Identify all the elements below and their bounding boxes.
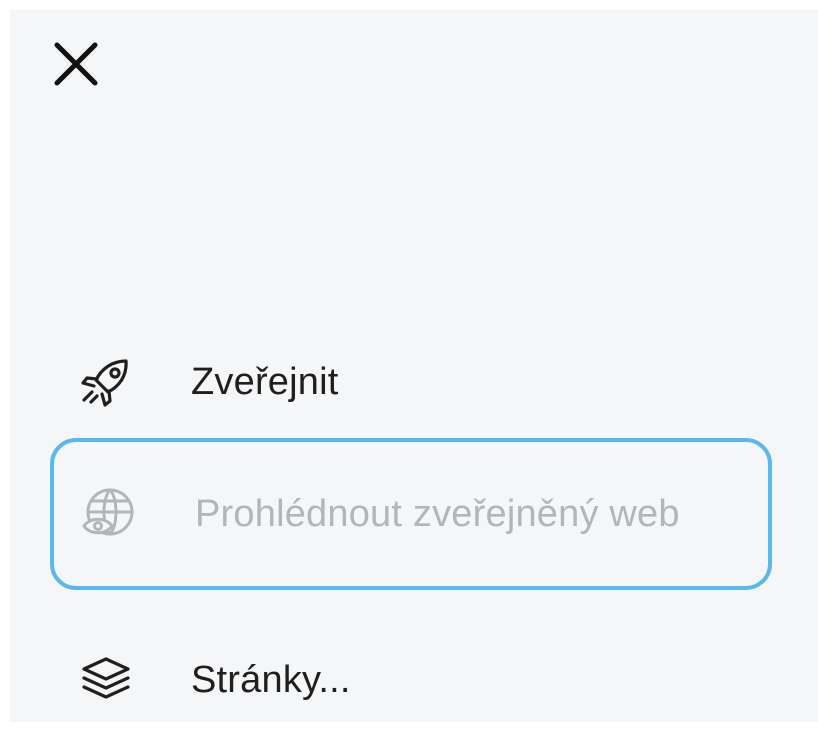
close-button[interactable] [50,38,102,90]
menu-item-label: Zveřejnit [191,360,339,403]
menu-item-publish[interactable]: Zveřejnit [50,307,772,457]
menu-item-label: Prohlédnout zveřejněný web [195,492,680,535]
globe-eye-icon [82,486,138,542]
rocket-icon [78,354,134,410]
layers-icon [78,652,134,708]
menu-item-view-published-site[interactable]: Prohlédnout zveřejněný web [50,438,772,590]
menu-panel: Zveřejnit Prohlédnout zveřejněný web Str [10,10,818,722]
close-icon [54,42,98,86]
menu-item-label: Stránky... [191,658,351,701]
menu-item-pages[interactable]: Stránky... [50,605,772,755]
